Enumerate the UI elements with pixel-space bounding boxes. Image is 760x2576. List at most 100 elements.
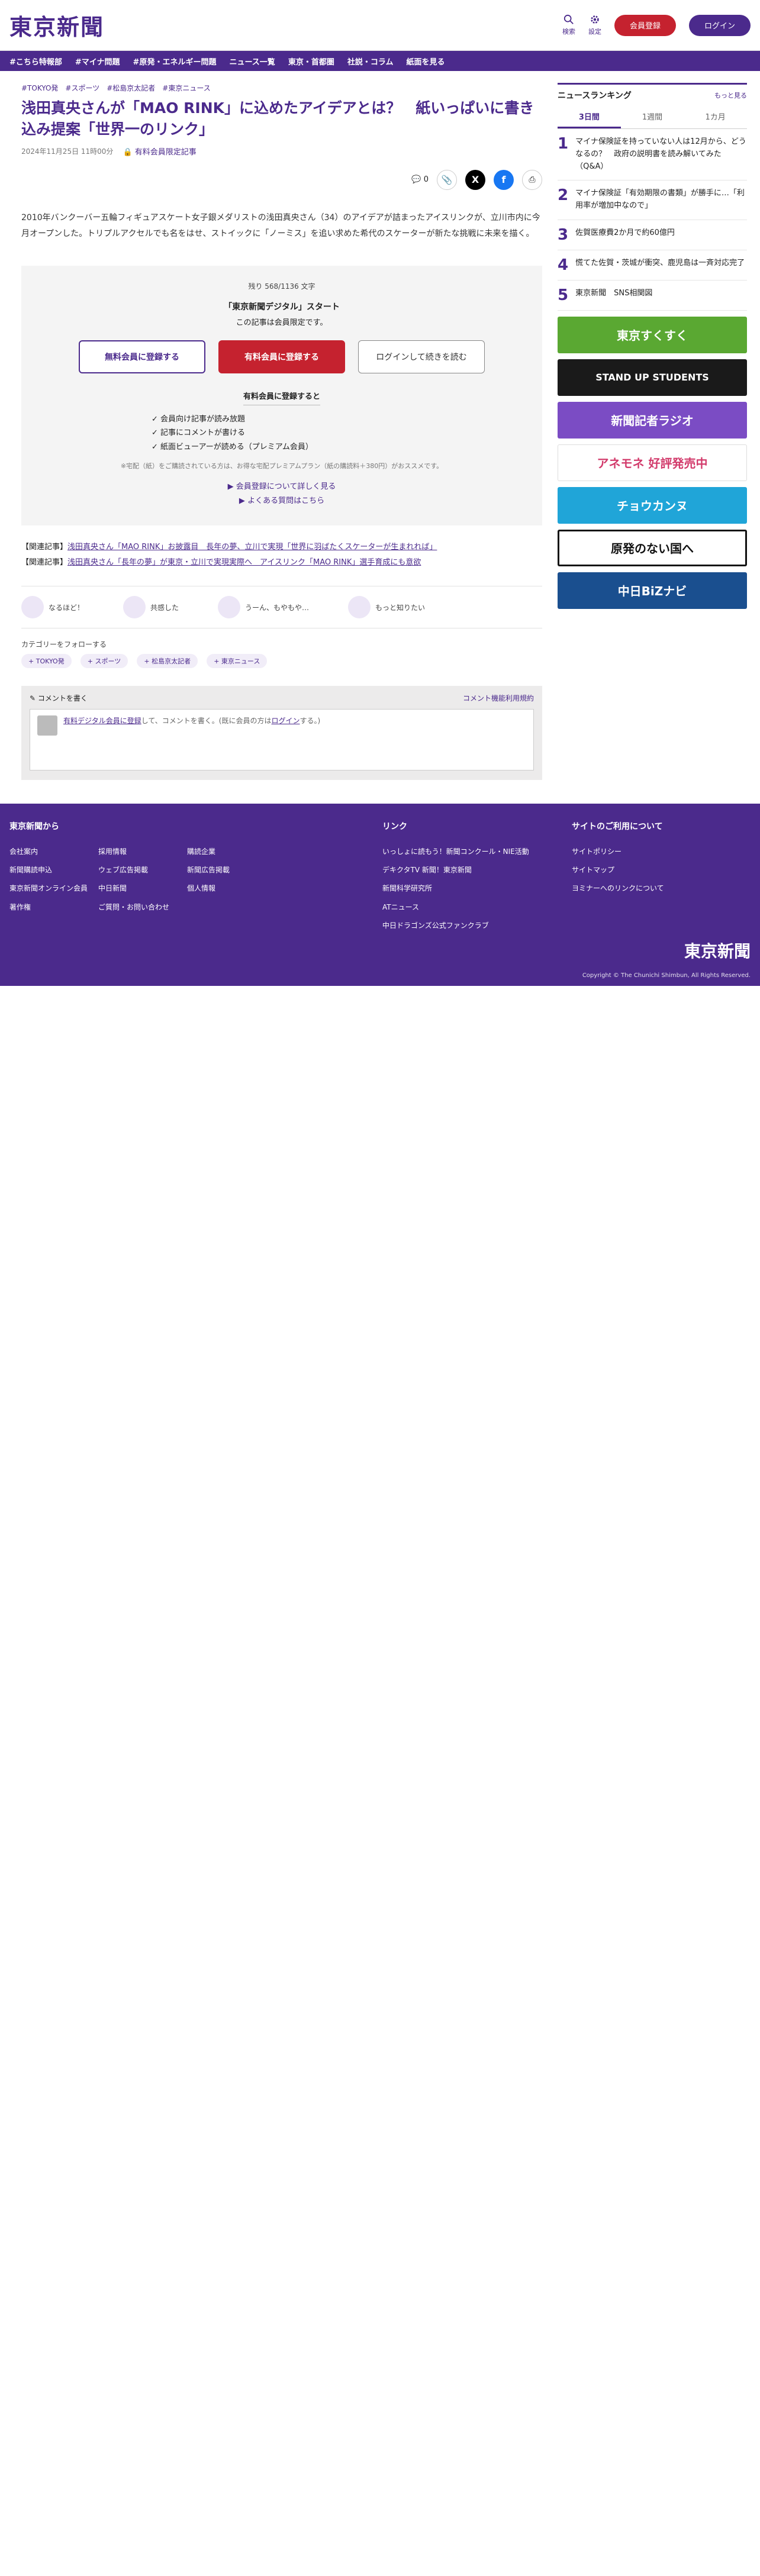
ranking-tab[interactable]: 3日間	[558, 106, 621, 128]
related-row: 【関連記事】浅田真央さん「MAO RINK」お披露目 長年の夢、立川で実現「世界…	[21, 540, 542, 555]
footer-link[interactable]: サイトマップ	[572, 861, 664, 879]
ranking-item[interactable]: 1 マイナ保険証を持っていない人は12月から、どうなるの？ 政府の説明書を読み解い…	[558, 129, 747, 181]
comment-count-value: 0	[423, 175, 429, 184]
nav-item[interactable]: 東京・首都圏	[288, 56, 334, 67]
premium-label: 有料会員限定記事	[134, 147, 197, 157]
reaction-label: もっと知りたい	[375, 603, 426, 612]
footer-link[interactable]: 購読企業	[187, 843, 276, 861]
paid-register-button[interactable]: 有料会員に登録する	[218, 340, 345, 374]
related-articles: 【関連記事】浅田真央さん「MAO RINK」お披露目 長年の夢、立川で実現「世界…	[21, 540, 542, 570]
site-logo[interactable]: 東京新聞	[9, 9, 104, 41]
free-register-button[interactable]: 無料会員に登録する	[79, 340, 205, 374]
tag-link[interactable]: #スポーツ	[65, 83, 99, 93]
footer-col-title: 東京新聞から	[9, 822, 59, 832]
footer-link[interactable]: ヨミナーへのリンクについて	[572, 879, 664, 898]
footer-link[interactable]: デキクタTV 新聞！東京新聞	[382, 861, 572, 879]
footer-link[interactable]: 東京新聞オンライン会員	[9, 879, 98, 898]
ranking-item[interactable]: 2 マイナ保険証「有効期限の書類」が勝手に…「利用率が増加中なので」	[558, 180, 747, 220]
nav-item[interactable]: 社説・コラム	[347, 56, 394, 67]
rank-number: 2	[558, 186, 569, 205]
facebook-share-icon[interactable]: f	[494, 169, 514, 190]
footer-link[interactable]: 会社案内	[9, 843, 98, 861]
nav-item[interactable]: #こちら特報部	[9, 56, 62, 67]
nav-item[interactable]: 紙面を見る	[406, 56, 445, 67]
banner[interactable]: 中日BiZナビ	[558, 572, 747, 609]
reaction-button[interactable]: うーん、もやもや…	[218, 596, 309, 619]
search-label: 検索	[562, 28, 575, 36]
tag-link[interactable]: #東京ニュース	[162, 83, 210, 93]
reaction-button[interactable]: もっと知りたい	[348, 596, 426, 619]
faq-link[interactable]: ▶ よくある質問はこちら	[45, 494, 519, 508]
footer-link[interactable]: ご質問・お問い合わせ	[98, 898, 187, 917]
print-icon[interactable]: ⎙	[522, 169, 542, 190]
follow-chip[interactable]: + 松島京太記者	[137, 654, 198, 669]
comment-rules-link[interactable]: コメント機能利用規約	[463, 693, 534, 703]
footer-link[interactable]: 中日ドラゴンズ公式ファンクラブ	[382, 917, 572, 935]
reaction-button[interactable]: 共感した	[123, 596, 179, 619]
ranking-item[interactable]: 4 慌てた佐賀・茨城が衝突、鹿児島は一斉対応完了	[558, 250, 747, 281]
footer-link[interactable]: 採用情報	[98, 843, 187, 861]
footer-link[interactable]: 新聞科学研究所	[382, 879, 572, 898]
follow-chip-label: 松島京太記者	[152, 657, 191, 666]
related-link[interactable]: 浅田真央さん「長年の夢」が東京・立川で実現実際へ アイスリンク「MAO RINK…	[67, 558, 421, 567]
tag-link[interactable]: #TOKYO発	[21, 83, 58, 93]
comment-register-link[interactable]: 有料デジタル会員に登録	[63, 717, 141, 725]
nav-item[interactable]: ニュース一覧	[229, 56, 275, 67]
rank-number: 5	[558, 286, 569, 304]
footer-col: 東京新聞から 会社案内 採用情報 購読企業 新聞購読申込 ウェブ広告掲載 新聞広告掲載 …	[9, 820, 382, 935]
search-button[interactable]: 検索	[562, 14, 575, 36]
ranking-item[interactable]: 5 東京新聞 SNS相関図	[558, 281, 747, 311]
ranking-tab[interactable]: 1週間	[621, 106, 684, 128]
nav-item[interactable]: #マイナ問題	[75, 56, 120, 67]
reaction-bar: なるほど！ 共感した うーん、もやもや… もっと知りたい	[21, 586, 542, 629]
comment-box-header: ✎ コメントを書く コメント機能利用規約	[30, 693, 534, 703]
footer-link[interactable]: 新聞購読申込	[9, 861, 98, 879]
banner[interactable]: STAND UP STUDENTS	[558, 359, 747, 396]
comment-prompt: 有料デジタル会員に登録して、コメントを書く。(既に会員の方はログインする。)	[63, 715, 320, 764]
ranking-item-title: マイナ保険証を持っていない人は12月から、どうなるの？ 政府の説明書を読み解いて…	[575, 137, 746, 171]
footer-logo[interactable]: 東京新聞	[684, 939, 751, 962]
follow-chip[interactable]: + 東京ニュース	[207, 654, 268, 669]
register-button[interactable]: 会員登録	[614, 14, 676, 36]
global-nav: #こちら特報部 #マイナ問題 #原発・エネルギー問題 ニュース一覧 東京・首都圏…	[0, 51, 760, 71]
comment-count[interactable]: 💬 0	[411, 175, 429, 184]
ranking-item[interactable]: 3 佐賀医療費2か月で約60億円	[558, 220, 747, 250]
reaction-icon	[218, 596, 241, 619]
paywall-buttons: 無料会員に登録する 有料会員に登録する ログインして続きを読む	[45, 340, 519, 374]
follow-chip[interactable]: + スポーツ	[80, 654, 128, 669]
related-link[interactable]: 浅田真央さん「MAO RINK」お披露目 長年の夢、立川で実現「世界に羽ばたくス…	[67, 543, 437, 552]
footer-link[interactable]: サイトポリシー	[572, 843, 664, 861]
x-share-icon[interactable]: X	[465, 169, 485, 190]
reaction-button[interactable]: なるほど！	[21, 596, 84, 619]
banner[interactable]: 原発のない国へ	[558, 529, 747, 566]
ranking-tab[interactable]: 1カ月	[684, 106, 747, 128]
login-to-read-button[interactable]: ログインして続きを読む	[358, 340, 485, 374]
footer-link[interactable]: 新聞広告掲載	[187, 861, 276, 879]
follow-chip[interactable]: + TOKYO発	[21, 654, 72, 669]
ranking-more-link[interactable]: もっと見る	[714, 91, 747, 100]
footer-link[interactable]: ATニュース	[382, 898, 572, 917]
login-button[interactable]: ログイン	[688, 14, 751, 36]
banner[interactable]: 新聞記者ラジオ	[558, 401, 747, 439]
membership-details-link[interactable]: ▶ 会員登録について詳しく見る	[45, 480, 519, 494]
banner[interactable]: 東京すくすく	[558, 316, 747, 353]
rank-number: 3	[558, 225, 569, 244]
benefit-title: 有料会員に登録すると	[243, 390, 320, 406]
comment-login-link[interactable]: ログイン	[272, 717, 300, 725]
article-date: 2024年11月25日 11時00分	[21, 147, 114, 156]
tag-link[interactable]: #松島京太記者	[107, 83, 155, 93]
footer-link[interactable]: 著作権	[9, 898, 98, 917]
banner[interactable]: アネモネ 好評発売中	[558, 444, 747, 481]
follow-chip-label: 東京ニュース	[221, 657, 260, 666]
footer-link[interactable]: 中日新聞	[98, 879, 187, 898]
footer-col-title: リンク	[382, 822, 407, 832]
nav-item[interactable]: #原発・エネルギー問題	[133, 56, 217, 67]
banner[interactable]: チョウカンヌ	[558, 486, 747, 524]
clip-icon[interactable]: 📎	[437, 169, 457, 190]
footer-link[interactable]: ウェブ広告掲載	[98, 861, 187, 879]
footer-link[interactable]: 個人情報	[187, 879, 276, 898]
comment-input[interactable]: 有料デジタル会員に登録して、コメントを書く。(既に会員の方はログインする。)	[30, 709, 534, 771]
membership-details-label: 会員登録について詳しく見る	[236, 482, 336, 492]
settings-button[interactable]: 設定	[588, 14, 601, 36]
footer-link[interactable]: いっしょに読もう！新聞コンクール・NIE活動	[382, 843, 572, 861]
